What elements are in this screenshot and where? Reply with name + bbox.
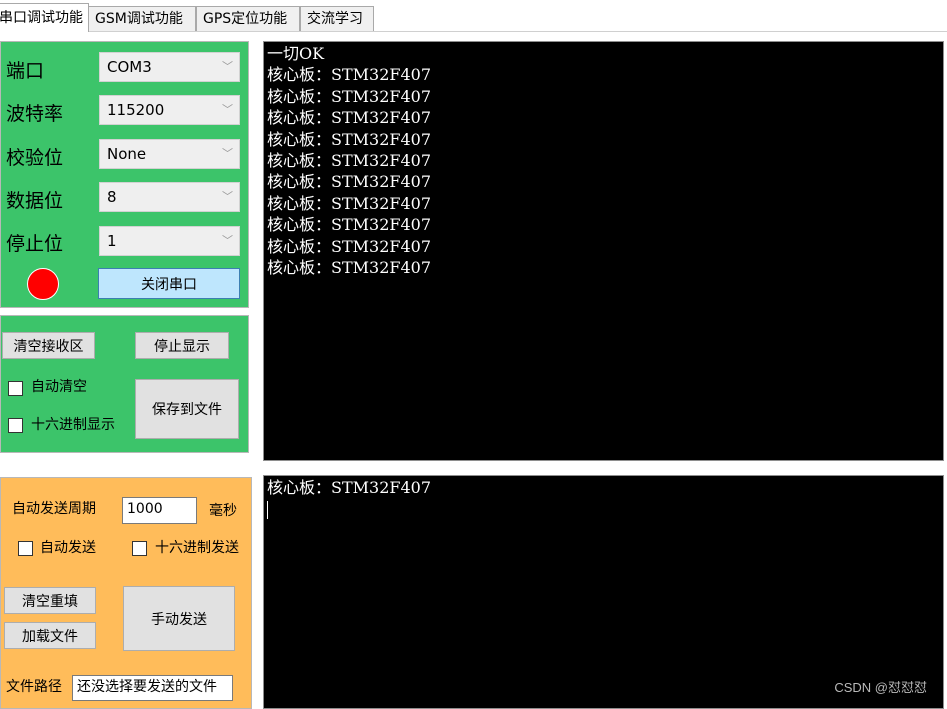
stop-bits-label: 停止位 [6,233,64,255]
save-to-file-button[interactable]: 保存到文件 [135,379,239,439]
stop-bits-value: 1 [107,232,117,250]
data-bits-value: 8 [107,188,117,206]
hex-send-label: 十六进制发送 [155,540,239,556]
receive-line: 核心板：STM32F407 [267,236,432,256]
save-to-file-label: 保存到文件 [152,402,222,418]
receive-line: 核心板：STM32F407 [267,65,432,85]
send-line: 核心板：STM32F407 [267,478,432,497]
tab-gps[interactable]: GPS定位功能 [196,6,300,31]
load-file-button[interactable]: 加载文件 [4,622,96,649]
parity-label: 校验位 [6,147,64,169]
chevron-down-icon: ﹀ [222,190,233,203]
stop-display-button[interactable]: 停止显示 [135,332,229,359]
port-value: COM3 [107,58,152,76]
receive-textarea[interactable]: 一切OK 核心板：STM32F407 核心板：STM32F407 核心板：STM… [263,41,944,461]
auto-clear-label: 自动清空 [31,379,87,395]
manual-send-label: 手动发送 [151,611,207,628]
receive-line: 核心板：STM32F407 [267,151,432,171]
chevron-down-icon: ﹀ [222,103,233,116]
receive-line: 核心板：STM32F407 [267,258,432,278]
receive-line: 核心板：STM32F407 [267,215,432,235]
hex-display-checkbox[interactable] [8,418,23,433]
receive-line: 核心板：STM32F407 [267,108,432,128]
port-select[interactable]: COM3 ﹀ [99,52,240,82]
tab-gsm-debug[interactable]: GSM调试功能 [88,6,196,31]
text-cursor [267,498,943,519]
chevron-down-icon: ﹀ [222,60,233,73]
send-textarea[interactable]: 核心板：STM32F407 CSDN @怼怼怼 [263,475,944,709]
file-path-input[interactable]: 还没选择要发送的文件 [72,675,233,701]
close-port-button[interactable]: 关闭串口 [98,268,240,299]
receive-line: 一切OK [267,44,325,63]
stop-bits-select[interactable]: 1 ﹀ [99,226,240,256]
chevron-down-icon: ﹀ [222,234,233,247]
watermark: CSDN @怼怼怼 [834,679,927,695]
file-path-label: 文件路径 [6,679,62,695]
stop-display-label: 停止显示 [154,338,210,355]
tab-label: GSM调试功能 [95,11,183,27]
load-file-label: 加载文件 [22,628,78,645]
tab-label: 串口调试功能 [0,10,83,26]
hex-send-checkbox[interactable] [132,541,147,556]
close-port-label: 关闭串口 [141,276,197,293]
receive-line: 核心板：STM32F407 [267,172,432,192]
parity-select[interactable]: None ﹀ [99,139,240,169]
receive-line: 核心板：STM32F407 [267,86,432,106]
port-label: 端口 [6,60,45,82]
auto-clear-checkbox[interactable] [8,381,23,396]
send-period-unit: 毫秒 [209,503,237,519]
send-period-input[interactable]: 1000 [122,497,197,524]
clear-refill-button[interactable]: 清空重填 [4,587,96,614]
baud-select[interactable]: 115200 ﹀ [99,95,240,125]
baud-value: 115200 [107,101,165,119]
tab-underline [0,31,947,32]
data-bits-select[interactable]: 8 ﹀ [99,182,240,212]
manual-send-button[interactable]: 手动发送 [123,586,235,651]
auto-send-checkbox[interactable] [18,541,33,556]
parity-value: None [107,145,147,163]
baud-label: 波特率 [6,103,64,125]
clear-receive-label: 清空接收区 [13,338,84,355]
tab-label: GPS定位功能 [203,11,288,27]
chevron-down-icon: ﹀ [222,147,233,160]
tab-serial-debug[interactable]: 串口调试功能 [0,3,89,32]
receive-line: 核心板：STM32F407 [267,129,432,149]
data-bits-label: 数据位 [6,190,64,212]
clear-receive-button[interactable]: 清空接收区 [2,332,95,359]
tab-bar: 串口调试功能 GSM调试功能 GPS定位功能 交流学习 [0,0,947,32]
clear-refill-label: 清空重填 [22,593,78,610]
send-period-label: 自动发送周期 [12,501,96,517]
auto-send-label: 自动发送 [40,540,96,556]
receive-line: 核心板：STM32F407 [267,193,432,213]
tab-label: 交流学习 [307,11,363,27]
port-status-indicator [27,268,59,300]
hex-display-label: 十六进制显示 [31,417,115,433]
tab-learning[interactable]: 交流学习 [300,6,374,31]
